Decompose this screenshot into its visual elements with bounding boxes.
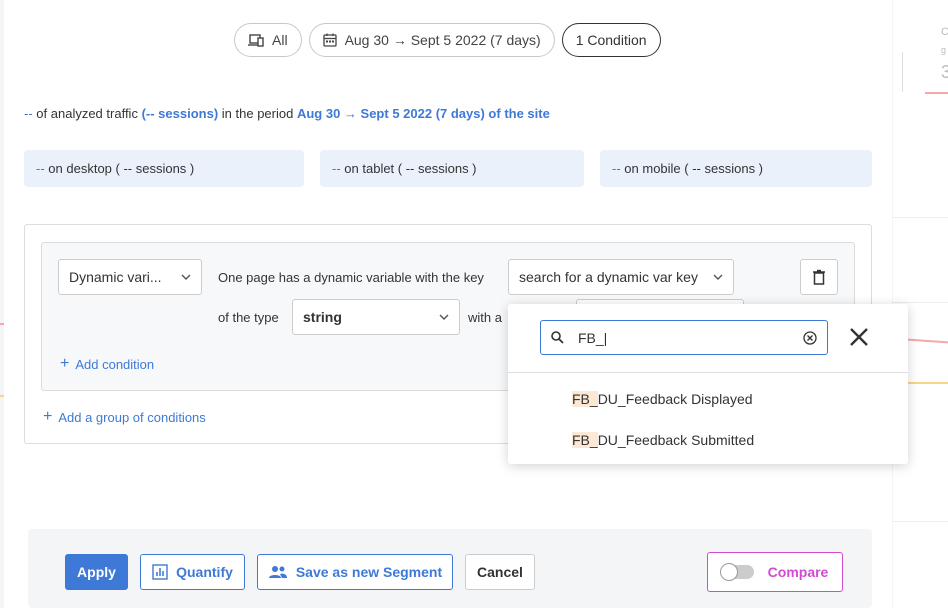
quantify-button[interactable]: Quantify bbox=[140, 554, 245, 590]
tablet-label: on tablet ( -- sessions ) bbox=[344, 161, 477, 176]
condition-sentence-3: with a bbox=[468, 310, 502, 325]
dynamic-key-value: search for a dynamic var key bbox=[519, 269, 698, 285]
add-group-label: Add a group of conditions bbox=[58, 409, 206, 425]
close-icon[interactable] bbox=[848, 326, 870, 351]
clear-icon[interactable] bbox=[803, 330, 817, 345]
devices-icon bbox=[248, 34, 264, 47]
mobile-card: -- on mobile ( -- sessions ) bbox=[600, 150, 872, 187]
add-condition-link[interactable]: + Add condition bbox=[60, 355, 154, 373]
devices-chip[interactable]: All bbox=[234, 23, 302, 57]
option-rest: DU_Feedback Submitted bbox=[597, 432, 755, 448]
period-chip-label: Aug 30 → Sept 5 2022 (7 days) bbox=[344, 32, 541, 48]
filter-chips: All Aug 30 → Sept 5 2022 (7 days) 1 Cond… bbox=[234, 23, 661, 57]
quantify-label: Quantify bbox=[176, 564, 233, 580]
search-value: FB_| bbox=[578, 329, 608, 346]
mobile-label: on mobile ( -- sessions ) bbox=[624, 161, 764, 176]
dynamic-key-select[interactable]: search for a dynamic var key bbox=[508, 259, 734, 295]
chevron-down-icon bbox=[713, 274, 723, 280]
plus-icon: + bbox=[60, 355, 70, 372]
compare-label: Compare bbox=[767, 564, 829, 580]
delete-condition-button[interactable] bbox=[800, 259, 838, 295]
calendar-icon bbox=[322, 33, 337, 47]
add-group-link[interactable]: + Add a group of conditions bbox=[43, 408, 206, 426]
chevron-down-icon bbox=[439, 314, 449, 320]
mobile-count: -- bbox=[612, 161, 621, 176]
cancel-button[interactable]: Cancel bbox=[465, 554, 535, 590]
toggle-switch[interactable] bbox=[719, 563, 754, 581]
background-sublabel: g bbox=[941, 45, 947, 55]
value-type-select[interactable]: string bbox=[292, 299, 460, 335]
option-rest: DU_Feedback Displayed bbox=[597, 391, 753, 407]
conditions-chip-label: 1 Condition bbox=[575, 32, 647, 48]
desktop-card: -- on desktop ( -- sessions ) bbox=[24, 150, 304, 187]
plus-icon: + bbox=[43, 408, 53, 425]
conditions-chip[interactable]: 1 Condition bbox=[561, 23, 661, 57]
desktop-count: -- bbox=[36, 161, 45, 176]
dropdown-option[interactable]: FB_DU_Feedback Displayed bbox=[572, 391, 753, 407]
summary-count: -- bbox=[24, 106, 33, 121]
action-bar: Apply Quantify Save as new Segment Cance… bbox=[28, 529, 872, 608]
condition-type-value: Dynamic vari... bbox=[69, 269, 162, 285]
tablet-card: -- on tablet ( -- sessions ) bbox=[320, 150, 584, 187]
condition-type-select[interactable]: Dynamic vari... bbox=[58, 259, 202, 295]
value-type-value: string bbox=[303, 309, 342, 325]
devices-chip-label: All bbox=[272, 32, 288, 48]
chevron-down-icon bbox=[181, 274, 191, 280]
trash-icon bbox=[813, 269, 825, 285]
summary-sessions: (-- sessions) bbox=[141, 106, 219, 121]
device-breakdown: -- on desktop ( -- sessions ) -- on tabl… bbox=[24, 150, 872, 187]
summary-text2: in the period bbox=[221, 106, 294, 121]
desktop-label: on desktop ( -- sessions ) bbox=[48, 161, 195, 176]
summary-text1: of analyzed traffic bbox=[36, 106, 138, 121]
users-icon bbox=[268, 566, 287, 578]
background-value: 3 bbox=[941, 62, 948, 82]
save-segment-button[interactable]: Save as new Segment bbox=[257, 554, 453, 590]
chart-icon bbox=[152, 564, 168, 580]
traffic-summary: -- of analyzed traffic (-- sessions) in … bbox=[24, 106, 550, 121]
summary-period: Aug 30 → Sept 5 2022 (7 days) of the sit… bbox=[296, 106, 550, 121]
condition-sentence-1: One page has a dynamic variable with the… bbox=[218, 270, 484, 285]
tablet-count: -- bbox=[332, 161, 341, 176]
apply-button[interactable]: Apply bbox=[65, 554, 128, 590]
add-condition-label: Add condition bbox=[75, 356, 155, 372]
dynamic-key-dropdown: FB_| FB_DU_Feedback Displayed FB_DU_Feed… bbox=[508, 304, 908, 464]
option-match: FB_ bbox=[572, 432, 598, 448]
condition-sentence-2: of the type bbox=[218, 310, 279, 325]
option-match: FB_ bbox=[572, 391, 598, 407]
search-icon bbox=[551, 331, 564, 344]
key-search-input[interactable]: FB_| bbox=[540, 320, 828, 355]
save-segment-label: Save as new Segment bbox=[295, 564, 443, 580]
period-chip[interactable]: Aug 30 → Sept 5 2022 (7 days) bbox=[308, 23, 555, 57]
background-label: C bbox=[941, 26, 948, 38]
dropdown-option[interactable]: FB_DU_Feedback Submitted bbox=[572, 432, 754, 448]
compare-toggle[interactable]: Compare bbox=[707, 552, 843, 592]
